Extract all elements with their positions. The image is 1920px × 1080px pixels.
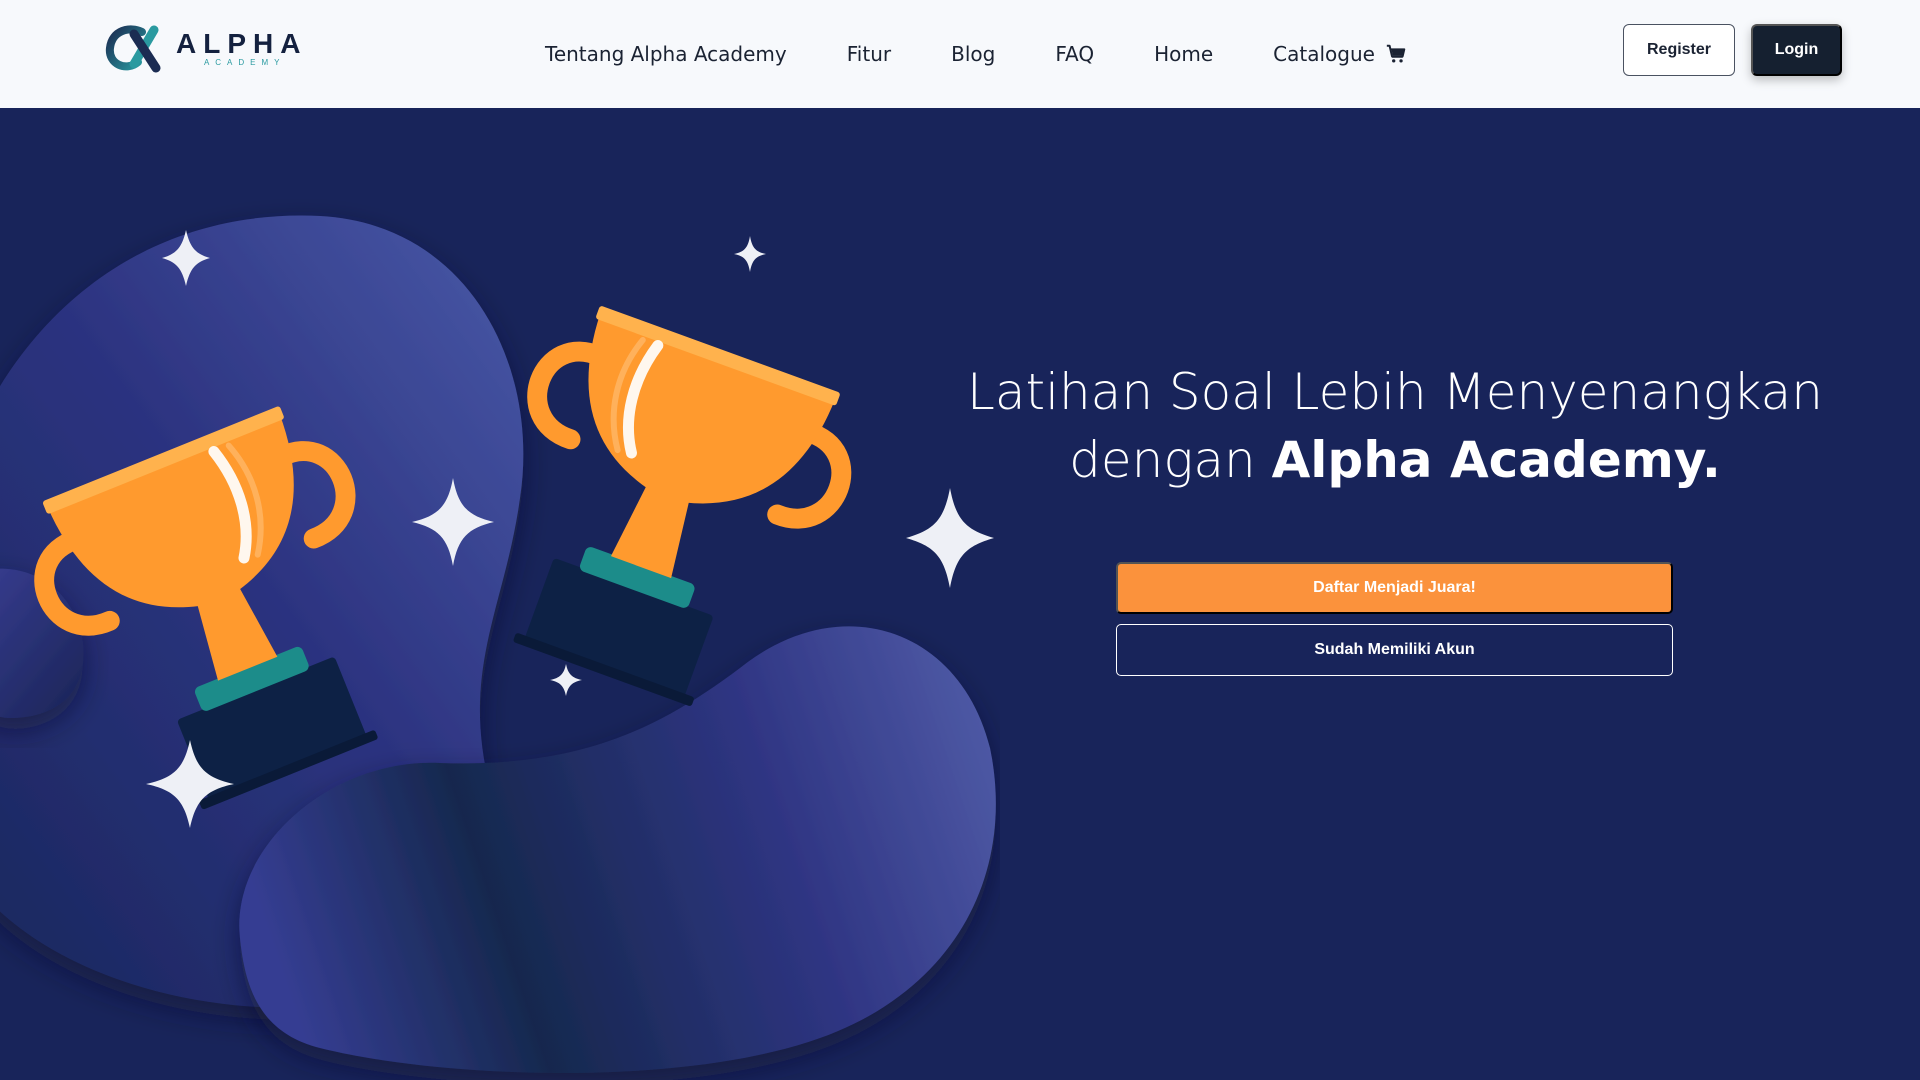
- hero-heading-brand: Alpha Academy.: [1271, 431, 1721, 489]
- nav-link-label: Tentang Alpha Academy: [545, 42, 787, 66]
- logo-wordmark: ALPHA ACADEMY: [176, 30, 307, 68]
- nav-link-catalogue[interactable]: Catalogue: [1273, 42, 1407, 66]
- logo-title: ALPHA: [176, 28, 308, 59]
- hero-section: Latihan Soal Lebih Menyenangkan dengan A…: [0, 108, 1920, 1080]
- shopping-cart-icon: [1386, 44, 1406, 63]
- nav-link-label: FAQ: [1055, 42, 1095, 66]
- nav-link-label: Fitur: [846, 42, 892, 66]
- nav-link-fitur[interactable]: Fitur: [847, 42, 891, 66]
- hero-heading-line2: dengan Alpha Academy.: [960, 426, 1830, 494]
- brand-logo[interactable]: ALPHA ACADEMY: [104, 24, 307, 74]
- hero-heading-prefix: dengan: [1069, 431, 1272, 489]
- nav-link-faq[interactable]: FAQ: [1055, 42, 1094, 66]
- trophy-illustration: [0, 215, 996, 1073]
- logo-subtitle: ACADEMY: [203, 58, 286, 67]
- hero-heading: Latihan Soal Lebih Menyenangkan dengan A…: [960, 358, 1830, 494]
- alpha-logo-icon: [105, 25, 161, 73]
- nav-link-label: Home: [1154, 42, 1214, 66]
- hero-heading-line1: Latihan Soal Lebih Menyenangkan: [967, 363, 1823, 421]
- nav-link-home[interactable]: Home: [1154, 42, 1213, 66]
- daftar-button[interactable]: Daftar Menjadi Juara!: [1116, 562, 1673, 614]
- nav-link-tentang[interactable]: Tentang Alpha Academy: [545, 42, 787, 66]
- login-button[interactable]: Login: [1751, 24, 1842, 76]
- register-button[interactable]: Register: [1623, 24, 1735, 76]
- sudah-punya-akun-button[interactable]: Sudah Memiliki Akun: [1116, 624, 1673, 676]
- top-navbar: ALPHA ACADEMY Tentang Alpha Academy Fitu…: [0, 0, 1920, 108]
- nav-link-blog[interactable]: Blog: [951, 42, 995, 66]
- main-nav: Tentang Alpha Academy Fitur Blog FAQ Hom…: [545, 0, 1407, 108]
- nav-link-label: Catalogue: [1273, 42, 1375, 66]
- nav-link-label: Blog: [951, 42, 996, 66]
